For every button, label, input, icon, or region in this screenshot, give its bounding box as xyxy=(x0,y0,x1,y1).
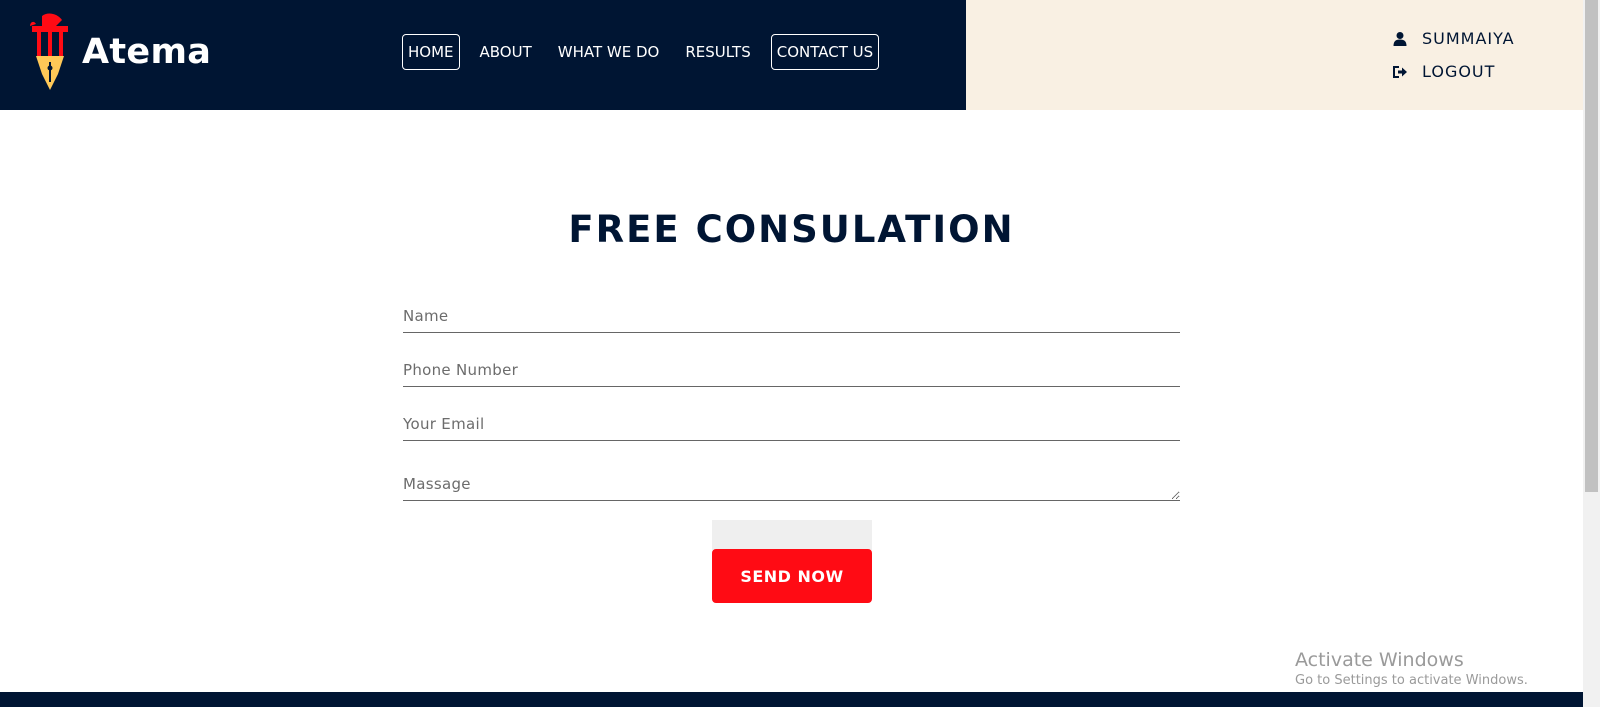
user-profile-link[interactable]: SUMMAIYA xyxy=(1392,22,1515,55)
user-icon xyxy=(1392,31,1408,47)
footer-bar xyxy=(0,692,1583,707)
username-label: SUMMAIYA xyxy=(1422,29,1515,48)
email-input[interactable] xyxy=(403,408,1180,441)
pen-pillar-logo-icon xyxy=(30,13,68,90)
name-input[interactable] xyxy=(403,300,1180,333)
main-nav: HOME ABOUT WHAT WE DO RESULTS CONTACT US xyxy=(402,34,893,70)
captcha-placeholder xyxy=(712,520,872,550)
scrollbar-thumb[interactable] xyxy=(1585,0,1598,492)
nav-item-about[interactable]: ABOUT xyxy=(474,34,538,70)
page-scrollbar[interactable] xyxy=(1583,0,1600,707)
user-menu: SUMMAIYA LOGOUT xyxy=(1392,22,1515,88)
nav-item-results[interactable]: RESULTS xyxy=(679,34,756,70)
brand-name: Atema xyxy=(82,32,212,72)
watermark-subtitle: Go to Settings to activate Windows. xyxy=(1295,673,1528,688)
page-title: FREE CONSULATION xyxy=(568,208,1015,251)
page: Atema HOME ABOUT WHAT WE DO RESULTS CONT… xyxy=(0,0,1600,707)
nav-item-contact-us[interactable]: CONTACT US xyxy=(770,34,880,70)
nav-item-what-we-do[interactable]: WHAT WE DO xyxy=(552,34,666,70)
message-textarea[interactable] xyxy=(403,468,1180,501)
logout-label: LOGOUT xyxy=(1422,62,1496,81)
send-now-button[interactable]: SEND NOW xyxy=(712,549,872,603)
nav-item-home[interactable]: HOME xyxy=(402,34,460,70)
watermark-title: Activate Windows xyxy=(1295,649,1464,671)
logout-link[interactable]: LOGOUT xyxy=(1392,55,1515,88)
header-navy-panel: Atema HOME ABOUT WHAT WE DO RESULTS CONT… xyxy=(0,0,966,110)
phone-number-input[interactable] xyxy=(403,354,1180,387)
activate-windows-watermark: Activate Windows Go to Settings to activ… xyxy=(1295,648,1528,690)
brand-logo[interactable]: Atema xyxy=(28,12,211,92)
logout-icon xyxy=(1392,64,1408,80)
